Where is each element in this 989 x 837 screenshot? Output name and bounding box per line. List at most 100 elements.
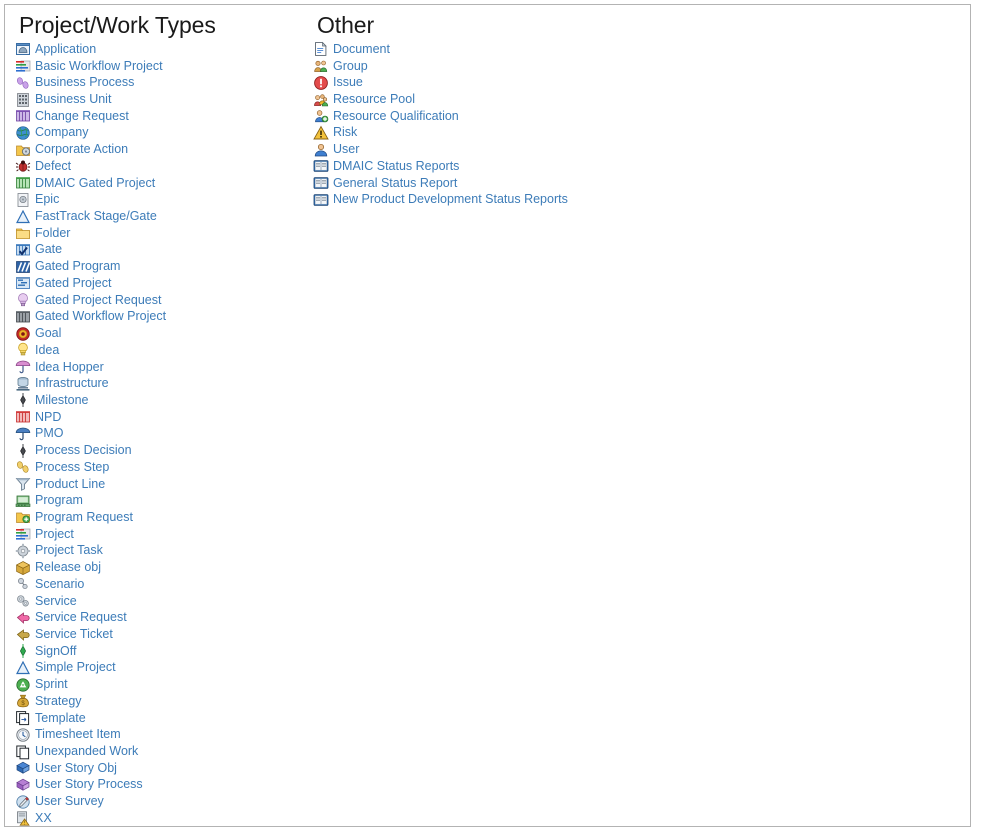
type-item-label[interactable]: Defect	[35, 159, 71, 174]
type-item[interactable]: Simple Project	[15, 660, 315, 677]
type-item-label[interactable]: Idea	[35, 343, 59, 358]
type-item-label[interactable]: Timesheet Item	[35, 727, 121, 742]
type-item[interactable]: Resource Qualification	[313, 108, 953, 125]
type-item-label[interactable]: Risk	[333, 125, 357, 140]
type-item[interactable]: Sprint	[15, 676, 315, 693]
type-item[interactable]: Application	[15, 41, 315, 58]
type-item-label[interactable]: Product Line	[35, 477, 105, 492]
type-item-label[interactable]: User Story Obj	[35, 761, 117, 776]
type-item-label[interactable]: Company	[35, 125, 89, 140]
type-item[interactable]: Gated Workflow Project	[15, 309, 315, 326]
type-item[interactable]: Process Decision	[15, 442, 315, 459]
type-item[interactable]: DMAIC Status Reports	[313, 158, 953, 175]
type-item[interactable]: Group	[313, 58, 953, 75]
type-item[interactable]: User Story Obj	[15, 760, 315, 777]
type-item[interactable]: Service Ticket	[15, 626, 315, 643]
type-item[interactable]: Corporate Action	[15, 141, 315, 158]
type-item-label[interactable]: Business Unit	[35, 92, 111, 107]
type-item-label[interactable]: SignOff	[35, 644, 76, 659]
type-item[interactable]: Risk	[313, 125, 953, 142]
type-item[interactable]: Product Line	[15, 476, 315, 493]
type-item-label[interactable]: Project Task	[35, 543, 103, 558]
type-item[interactable]: Idea	[15, 342, 315, 359]
type-item[interactable]: Business Unit	[15, 91, 315, 108]
type-item[interactable]: Release obj	[15, 559, 315, 576]
type-item[interactable]: Program Request	[15, 509, 315, 526]
type-item[interactable]: Folder	[15, 225, 315, 242]
type-item[interactable]: Milestone	[15, 392, 315, 409]
type-item[interactable]: DMAIC Gated Project	[15, 175, 315, 192]
type-item-label[interactable]: User Survey	[35, 794, 104, 809]
type-item[interactable]: Program	[15, 492, 315, 509]
type-item-label[interactable]: Corporate Action	[35, 142, 128, 157]
type-item-label[interactable]: DMAIC Gated Project	[35, 176, 155, 191]
type-item[interactable]: Idea Hopper	[15, 359, 315, 376]
type-item[interactable]: Infrastructure	[15, 375, 315, 392]
type-item-label[interactable]: DMAIC Status Reports	[333, 159, 459, 174]
type-item-label[interactable]: Program Request	[35, 510, 133, 525]
type-item-label[interactable]: Simple Project	[35, 660, 116, 675]
type-item[interactable]: New Product Development Status Reports	[313, 191, 953, 208]
type-item-label[interactable]: Program	[35, 493, 83, 508]
type-item-label[interactable]: NPD	[35, 410, 61, 425]
type-item[interactable]: $ Strategy	[15, 693, 315, 710]
type-item[interactable]: Service	[15, 593, 315, 610]
type-item[interactable]: Service Request	[15, 609, 315, 626]
type-item-label[interactable]: Gated Project	[35, 276, 111, 291]
type-item-label[interactable]: PMO	[35, 426, 63, 441]
type-item[interactable]: Gate	[15, 242, 315, 259]
type-item[interactable]: User	[313, 141, 953, 158]
type-item-label[interactable]: Business Process	[35, 75, 134, 90]
type-item-label[interactable]: Template	[35, 711, 86, 726]
type-item[interactable]: Project Task	[15, 543, 315, 560]
type-item-label[interactable]: User	[333, 142, 359, 157]
type-item-label[interactable]: Basic Workflow Project	[35, 59, 163, 74]
type-item-label[interactable]: Epic	[35, 192, 59, 207]
type-item[interactable]: Gated Project	[15, 275, 315, 292]
type-item[interactable]: Issue	[313, 74, 953, 91]
type-item[interactable]: User Story Process	[15, 777, 315, 794]
type-item[interactable]: NPD	[15, 409, 315, 426]
type-item-label[interactable]: Gated Workflow Project	[35, 309, 166, 324]
type-item[interactable]: Epic	[15, 191, 315, 208]
type-item[interactable]: ! XX	[15, 810, 315, 827]
type-item[interactable]: Timesheet Item	[15, 726, 315, 743]
type-item-label[interactable]: Sprint	[35, 677, 68, 692]
type-item-label[interactable]: Milestone	[35, 393, 89, 408]
type-item-label[interactable]: User Story Process	[35, 777, 143, 792]
type-item-label[interactable]: Process Step	[35, 460, 109, 475]
type-item[interactable]: Company	[15, 125, 315, 142]
type-item-label[interactable]: Gated Program	[35, 259, 120, 274]
type-item[interactable]: Unexpanded Work	[15, 743, 315, 760]
type-item[interactable]: Scenario	[15, 576, 315, 593]
type-item[interactable]: Gated Program	[15, 258, 315, 275]
type-item[interactable]: PMO	[15, 426, 315, 443]
type-item[interactable]: Defect	[15, 158, 315, 175]
type-item[interactable]: Resource Pool	[313, 91, 953, 108]
type-item[interactable]: Document	[313, 41, 953, 58]
type-item-label[interactable]: Strategy	[35, 694, 82, 709]
type-item-label[interactable]: General Status Report	[333, 176, 457, 191]
type-item[interactable]: General Status Report	[313, 175, 953, 192]
type-item-label[interactable]: New Product Development Status Reports	[333, 192, 568, 207]
type-item-label[interactable]: Goal	[35, 326, 61, 341]
type-item-label[interactable]: Issue	[333, 75, 363, 90]
type-item-label[interactable]: Folder	[35, 226, 70, 241]
type-item-label[interactable]: FastTrack Stage/Gate	[35, 209, 157, 224]
type-item-label[interactable]: Idea Hopper	[35, 360, 104, 375]
type-item[interactable]: Basic Workflow Project	[15, 58, 315, 75]
type-item-label[interactable]: Group	[333, 59, 368, 74]
type-item[interactable]: User Survey	[15, 793, 315, 810]
type-item-label[interactable]: Document	[333, 42, 390, 57]
type-item-label[interactable]: XX	[35, 811, 52, 826]
type-item-label[interactable]: Service Ticket	[35, 627, 113, 642]
type-item-label[interactable]: Project	[35, 527, 74, 542]
type-item-label[interactable]: Infrastructure	[35, 376, 109, 391]
type-item-label[interactable]: Resource Qualification	[333, 109, 459, 124]
type-item[interactable]: FastTrack Stage/Gate	[15, 208, 315, 225]
type-item[interactable]: Gated Project Request	[15, 292, 315, 309]
type-item-label[interactable]: Gated Project Request	[35, 293, 161, 308]
type-item[interactable]: Business Process	[15, 74, 315, 91]
type-item[interactable]: SignOff	[15, 643, 315, 660]
type-item[interactable]: Goal	[15, 325, 315, 342]
